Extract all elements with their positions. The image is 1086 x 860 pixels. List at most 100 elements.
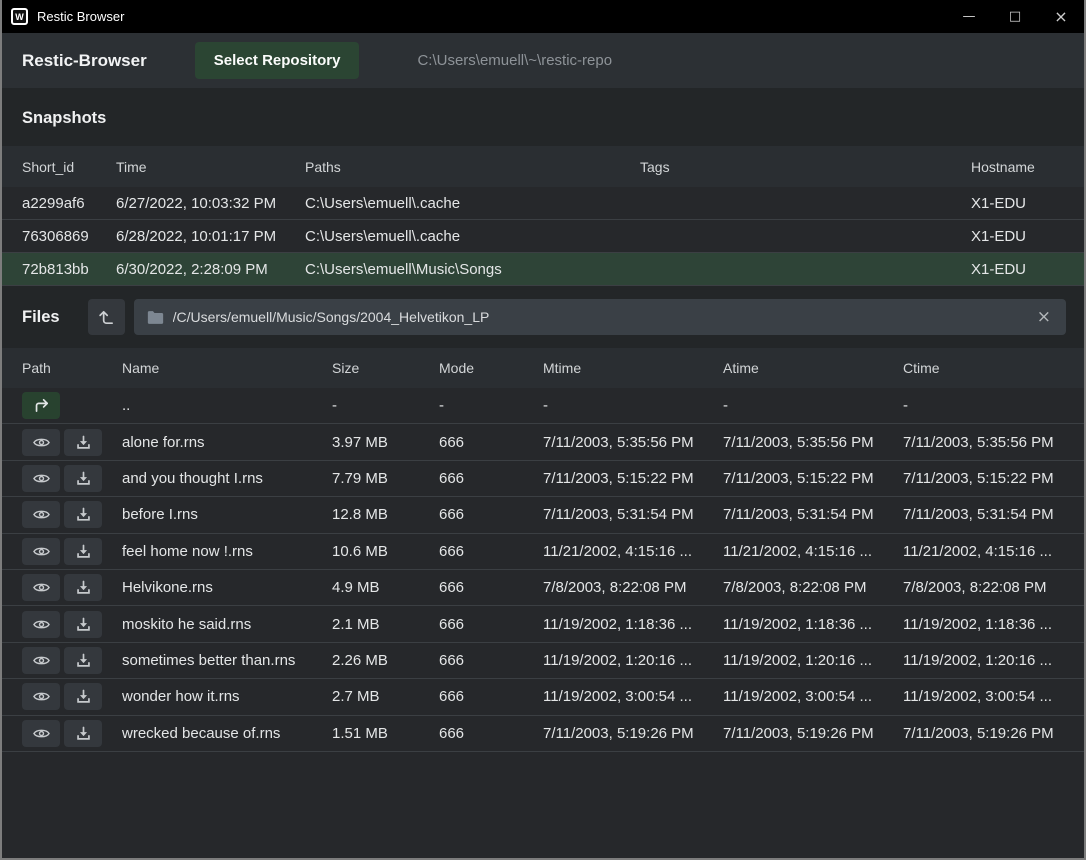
- file-atime: 7/8/2003, 8:22:08 PM: [723, 579, 903, 596]
- snapshot-paths: C:\Users\emuell\.cache: [305, 228, 640, 245]
- file-ctime: 11/19/2002, 1:18:36 ...: [903, 616, 1064, 633]
- download-file-button[interactable]: [64, 501, 102, 528]
- download-icon: [76, 435, 91, 450]
- file-mtime: 11/19/2002, 1:18:36 ...: [543, 616, 723, 633]
- snapshot-hostname: X1-EDU: [971, 261, 1064, 278]
- file-mode: 666: [439, 579, 543, 596]
- eye-icon: [33, 508, 50, 521]
- download-icon: [76, 653, 91, 668]
- file-mtime: 7/11/2003, 5:35:56 PM: [543, 434, 723, 451]
- snapshot-time: 6/27/2022, 10:03:32 PM: [116, 195, 305, 212]
- file-row: and you thought I.rns7.79 MB6667/11/2003…: [2, 461, 1084, 497]
- file-atime: 7/11/2003, 5:19:26 PM: [723, 725, 903, 742]
- snapshot-row[interactable]: a2299af66/27/2022, 10:03:32 PMC:\Users\e…: [2, 187, 1084, 220]
- snapshot-row[interactable]: 72b813bb6/30/2022, 2:28:09 PMC:\Users\em…: [2, 253, 1084, 286]
- file-mtime: 11/19/2002, 1:20:16 ...: [543, 652, 723, 669]
- preview-file-button[interactable]: [22, 647, 60, 674]
- file-ctime: 7/11/2003, 5:35:56 PM: [903, 434, 1064, 451]
- snapshots-column-header: Short_id: [22, 159, 116, 175]
- page-title: Restic-Browser: [22, 51, 147, 71]
- snapshots-column-header: Time: [116, 159, 305, 175]
- file-mode: 666: [439, 506, 543, 523]
- download-icon: [76, 689, 91, 704]
- preview-file-button[interactable]: [22, 538, 60, 565]
- snapshots-section-header: Snapshots: [2, 88, 1084, 146]
- breadcrumb-path: /C/Users/emuell/Music/Songs/2004_Helveti…: [173, 309, 490, 325]
- repository-path: C:\Users\emuell\~\restic-repo: [417, 52, 612, 69]
- file-size: 12.8 MB: [332, 506, 439, 523]
- file-size: 1.51 MB: [332, 725, 439, 742]
- file-name: before I.rns: [122, 506, 332, 523]
- download-icon: [76, 617, 91, 632]
- close-button[interactable]: ×: [1038, 0, 1084, 33]
- files-section-header: Files /C/Users/emuell/Music/Songs/2004_H…: [2, 286, 1084, 348]
- eye-icon: [33, 545, 50, 558]
- file-size: 2.26 MB: [332, 652, 439, 669]
- download-file-button[interactable]: [64, 538, 102, 565]
- file-row: Helvikone.rns4.9 MB6667/8/2003, 8:22:08 …: [2, 570, 1084, 606]
- snapshot-short-id: 72b813bb: [22, 261, 116, 278]
- snapshots-column-header: Tags: [640, 159, 971, 175]
- close-icon: ×: [1054, 7, 1067, 26]
- row-actions: [22, 683, 122, 710]
- row-actions: [22, 647, 122, 674]
- file-name: Helvikone.rns: [122, 579, 332, 596]
- file-size: 7.79 MB: [332, 470, 439, 487]
- folder-icon: [147, 310, 164, 325]
- snapshot-paths: C:\Users\emuell\Music\Songs: [305, 261, 640, 278]
- files-column-header: Mtime: [543, 360, 723, 376]
- file-atime: 11/19/2002, 1:20:16 ...: [723, 652, 903, 669]
- breadcrumb-close-icon[interactable]: ×: [1035, 309, 1053, 326]
- snapshot-row[interactable]: 763068696/28/2022, 10:01:17 PMC:\Users\e…: [2, 220, 1084, 253]
- snapshots-table-body: a2299af66/27/2022, 10:03:32 PMC:\Users\e…: [2, 187, 1084, 286]
- files-column-header: Mode: [439, 360, 543, 376]
- file-mtime: 7/11/2003, 5:19:26 PM: [543, 725, 723, 742]
- file-name: alone for.rns: [122, 434, 332, 451]
- file-ctime: 7/11/2003, 5:31:54 PM: [903, 506, 1064, 523]
- snapshots-title: Snapshots: [22, 109, 106, 127]
- file-name: wonder how it.rns: [122, 688, 332, 705]
- download-file-button[interactable]: [64, 465, 102, 492]
- level-up-button[interactable]: [88, 299, 125, 335]
- parent-dir-row: ..-----: [2, 388, 1084, 424]
- preview-file-button[interactable]: [22, 574, 60, 601]
- preview-file-button[interactable]: [22, 720, 60, 747]
- preview-file-button[interactable]: [22, 501, 60, 528]
- file-row: feel home now !.rns10.6 MB66611/21/2002,…: [2, 534, 1084, 570]
- file-row: alone for.rns3.97 MB6667/11/2003, 5:35:5…: [2, 424, 1084, 460]
- file-name: ..: [122, 397, 332, 414]
- file-mode: 666: [439, 616, 543, 633]
- file-name: moskito he said.rns: [122, 616, 332, 633]
- download-file-button[interactable]: [64, 574, 102, 601]
- download-file-button[interactable]: [64, 720, 102, 747]
- file-atime: -: [723, 397, 903, 414]
- download-file-button[interactable]: [64, 611, 102, 638]
- files-column-header: Size: [332, 360, 439, 376]
- file-row: sometimes better than.rns2.26 MB66611/19…: [2, 643, 1084, 679]
- preview-file-button[interactable]: [22, 465, 60, 492]
- preview-file-button[interactable]: [22, 683, 60, 710]
- file-row: wonder how it.rns2.7 MB66611/19/2002, 3:…: [2, 679, 1084, 715]
- go-parent-dir-button[interactable]: [22, 392, 60, 419]
- file-row: moskito he said.rns2.1 MB66611/19/2002, …: [2, 606, 1084, 642]
- download-icon: [76, 507, 91, 522]
- file-atime: 11/19/2002, 3:00:54 ...: [723, 688, 903, 705]
- file-mtime: 7/8/2003, 8:22:08 PM: [543, 579, 723, 596]
- file-name: sometimes better than.rns: [122, 652, 332, 669]
- preview-file-button[interactable]: [22, 611, 60, 638]
- download-file-button[interactable]: [64, 683, 102, 710]
- file-ctime: 7/11/2003, 5:19:26 PM: [903, 725, 1064, 742]
- file-mode: 666: [439, 470, 543, 487]
- file-atime: 7/11/2003, 5:15:22 PM: [723, 470, 903, 487]
- file-atime: 7/11/2003, 5:31:54 PM: [723, 506, 903, 523]
- minimize-button[interactable]: —: [946, 0, 992, 33]
- snapshots-column-header: Paths: [305, 159, 640, 175]
- preview-file-button[interactable]: [22, 429, 60, 456]
- file-mode: 666: [439, 688, 543, 705]
- download-icon: [76, 580, 91, 595]
- download-file-button[interactable]: [64, 429, 102, 456]
- select-repository-button[interactable]: Select Repository: [195, 42, 360, 79]
- snapshot-hostname: X1-EDU: [971, 228, 1064, 245]
- download-file-button[interactable]: [64, 647, 102, 674]
- maximize-button[interactable]: □: [992, 0, 1038, 33]
